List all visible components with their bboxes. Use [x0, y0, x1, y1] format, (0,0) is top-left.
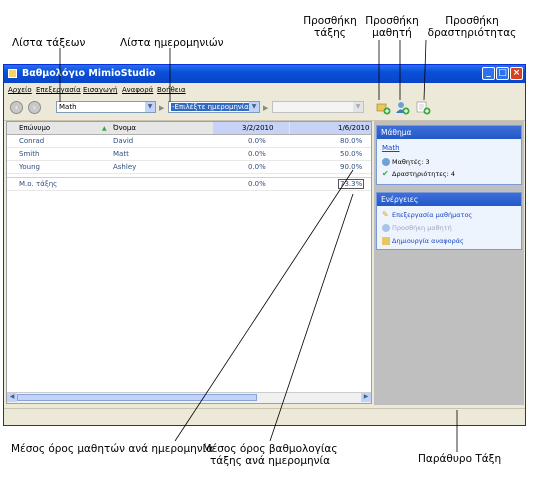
callout-lines [59, 39, 458, 452]
